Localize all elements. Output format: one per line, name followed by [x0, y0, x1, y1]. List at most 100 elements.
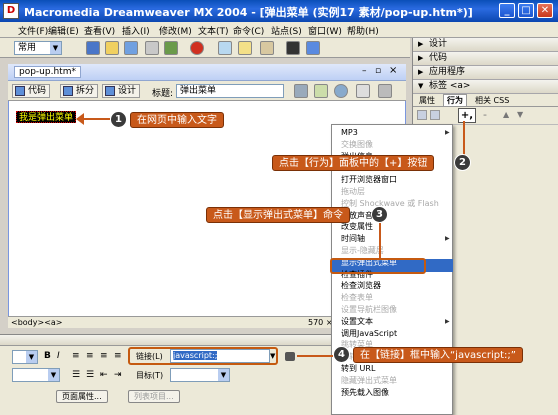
preview-browser-icon[interactable]	[314, 84, 328, 98]
file-management-icon[interactable]	[294, 84, 308, 98]
callout-4-number: 4	[333, 346, 350, 363]
context-menu-item[interactable]: 打开浏览器窗口	[341, 174, 397, 185]
view-options-icon[interactable]	[356, 84, 370, 98]
menu-insert[interactable]: 插入(I)	[122, 24, 150, 37]
page-title-input[interactable]: 弹出菜单	[176, 84, 284, 98]
comment-icon[interactable]	[238, 41, 252, 55]
justify-icon[interactable]: ≡	[114, 351, 122, 361]
doc-minimize-button[interactable]: –	[362, 66, 367, 76]
menu-view[interactable]: 查看(V)	[84, 24, 115, 37]
insert-category-select[interactable]: 常用 ▼	[14, 41, 62, 55]
email-link-icon[interactable]	[105, 41, 119, 55]
target-select[interactable]: ▼	[170, 368, 230, 382]
align-right-icon[interactable]: ≡	[100, 351, 108, 361]
context-menu-item[interactable]: 调用JavaScript	[341, 328, 397, 339]
callout-4: 在【链接】框中输入“javascript:;”	[353, 347, 523, 363]
document-tab[interactable]: pop-up.htm*	[14, 66, 81, 78]
code-view-button[interactable]: 代码	[12, 84, 51, 98]
callout-1-number: 1	[110, 111, 127, 128]
callout-3-number: 3	[371, 206, 388, 223]
menu-site[interactable]: 站点(S)	[271, 24, 302, 37]
tab-related-css[interactable]: 相关 CSS	[475, 95, 509, 106]
context-menu-item[interactable]: 设置文本	[341, 316, 450, 327]
move-up-icon[interactable]: ▲	[503, 110, 509, 119]
doc-close-button[interactable]: ×	[389, 65, 397, 76]
visual-aids-icon[interactable]	[378, 84, 392, 98]
align-center-icon[interactable]: ≡	[86, 351, 94, 361]
tab-attributes[interactable]: 属性	[419, 95, 435, 106]
tag-selector[interactable]: <body><a>	[11, 317, 63, 328]
context-menu-item[interactable]: 交换图像	[341, 139, 373, 150]
context-menu-item[interactable]: 时间轴	[341, 233, 450, 244]
named-anchor-icon[interactable]	[124, 41, 138, 55]
code-icon	[15, 86, 25, 96]
document-popup-text[interactable]: 我是弹出菜单	[16, 111, 77, 123]
design-icon	[105, 86, 115, 96]
context-menu-item[interactable]: 检查浏览器	[341, 280, 381, 291]
head-icon[interactable]	[306, 41, 320, 55]
context-menu-item[interactable]: 检查表单	[341, 292, 373, 303]
menu-help[interactable]: 帮助(H)	[347, 24, 379, 37]
context-menu-item[interactable]: 预先载入图像	[341, 387, 389, 398]
callout-1-arrow-icon	[76, 113, 84, 125]
point-to-file-icon[interactable]	[285, 352, 295, 361]
tag-chooser-icon[interactable]	[286, 41, 300, 55]
show-set-events-icon[interactable]	[417, 110, 427, 120]
window-size-readout[interactable]: 570 ×	[308, 317, 333, 328]
bold-button[interactable]: B	[44, 351, 51, 361]
context-menu-item[interactable]: MP3	[341, 127, 449, 138]
callout-3-leader	[379, 223, 381, 259]
expand-icon: ▶	[418, 54, 424, 62]
page-properties-button[interactable]: 页面属性...	[56, 390, 108, 403]
ordered-list-icon[interactable]: ☰	[86, 370, 94, 380]
close-button[interactable]: ✕	[537, 3, 553, 18]
unordered-list-icon[interactable]: ☰	[72, 370, 80, 380]
outdent-icon[interactable]: ⇤	[100, 370, 108, 380]
templates-icon[interactable]	[260, 41, 274, 55]
indent-icon[interactable]: ⇥	[114, 370, 122, 380]
table-icon[interactable]	[145, 41, 159, 55]
context-menu-item[interactable]: 改变属性	[341, 221, 373, 232]
maximize-button[interactable]: □	[518, 3, 534, 18]
refresh-icon[interactable]	[334, 84, 348, 98]
image-icon[interactable]	[164, 41, 178, 55]
menu-text[interactable]: 文本(T)	[198, 24, 229, 37]
panel-group-application[interactable]: ▶ 应用程序	[413, 66, 558, 80]
menu-window[interactable]: 窗口(W)	[308, 24, 342, 37]
panel-group-tag[interactable]: ▼ 标签 <a>	[413, 80, 558, 94]
format-select[interactable]: ▼	[12, 350, 38, 364]
menu-modify[interactable]: 修改(M)	[159, 24, 192, 37]
context-menu-item[interactable]: 拖动层	[341, 186, 365, 197]
context-menu-item[interactable]: 转到 URL	[341, 363, 375, 374]
panel-group-design[interactable]: ▶ 设计	[413, 38, 558, 52]
callout-4-leader	[297, 355, 333, 357]
add-behavior-button[interactable]: +,	[458, 108, 476, 123]
media-icon[interactable]	[190, 41, 204, 55]
doc-restore-button[interactable]: ▫	[375, 66, 381, 76]
callout-1-leader	[82, 118, 110, 120]
show-popup-menu-highlight	[330, 258, 426, 274]
move-down-icon[interactable]: ▼	[517, 110, 523, 119]
context-menu-item[interactable]: 隐藏弹出式菜单	[341, 375, 397, 386]
split-view-button[interactable]: 拆分	[60, 84, 99, 98]
date-icon[interactable]	[218, 41, 232, 55]
menu-edit[interactable]: 编辑(E)	[48, 24, 79, 37]
tab-behaviors[interactable]: 行为	[443, 94, 467, 106]
panel-group-code[interactable]: ▶ 代码	[413, 52, 558, 66]
behaviors-toolbar: +, - ▲ ▼	[413, 107, 558, 125]
list-item-button[interactable]: 列表项目...	[128, 390, 180, 403]
remove-behavior-button[interactable]: -	[483, 108, 487, 121]
hyperlink-icon[interactable]	[86, 41, 100, 55]
menu-file[interactable]: 文件(F)	[18, 24, 48, 37]
size-select[interactable]: ▼	[12, 368, 60, 382]
design-view-label: 设计	[118, 86, 137, 96]
show-all-events-icon[interactable]	[430, 110, 440, 120]
context-menu-item[interactable]: 设置导航栏图像	[341, 304, 397, 315]
minimize-button[interactable]: _	[499, 3, 515, 18]
menu-commands[interactable]: 命令(C)	[233, 24, 264, 37]
italic-button[interactable]: I	[57, 351, 60, 361]
context-menu-item[interactable]: 控制 Shockwave 或 Flash	[341, 198, 439, 209]
design-view-button[interactable]: 设计	[102, 84, 141, 98]
align-left-icon[interactable]: ≡	[72, 351, 80, 361]
context-menu-item[interactable]: 显示-隐藏层	[341, 245, 384, 256]
